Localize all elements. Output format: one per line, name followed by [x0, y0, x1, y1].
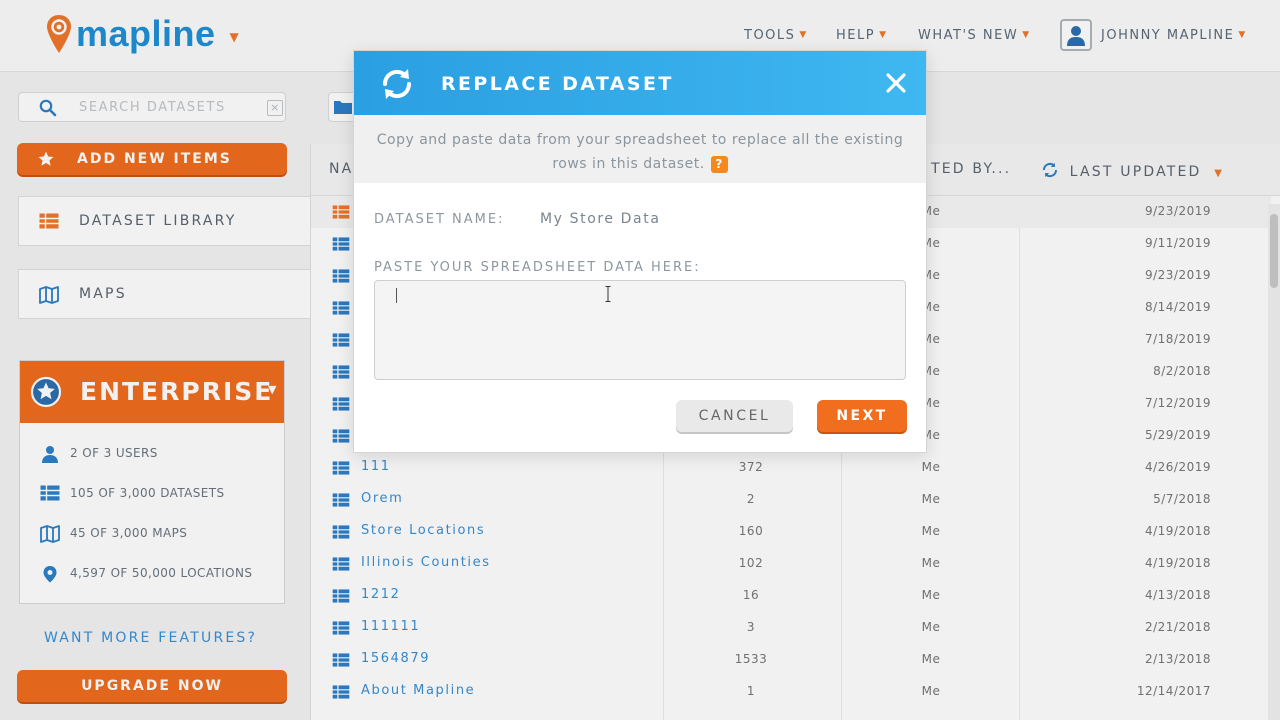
paste-data-textarea[interactable] [374, 280, 906, 380]
text-cursor-icon [605, 286, 611, 302]
next-button[interactable]: NEXT [817, 400, 907, 432]
paste-data-label: PASTE YOUR SPREADSHEET DATA HERE: [374, 260, 701, 275]
dataset-name-value: My Store Data [540, 211, 661, 227]
replace-dataset-dialog: REPLACE DATASET Copy and paste data from… [353, 50, 927, 453]
dataset-name-label: DATASET NAME: [374, 212, 505, 227]
text-caret [396, 288, 397, 303]
close-icon[interactable] [884, 71, 908, 95]
dialog-header: REPLACE DATASET [354, 51, 926, 115]
cancel-button[interactable]: CANCEL [676, 400, 793, 432]
intro-text: Copy and paste data from your spreadshee… [376, 132, 904, 172]
intro-text-block: Copy and paste data from your spreadshee… [370, 128, 910, 176]
help-icon[interactable]: ? [710, 155, 728, 173]
refresh-icon [382, 69, 412, 99]
dialog-intro: Copy and paste data from your spreadshee… [354, 115, 926, 183]
dialog-title: REPLACE DATASET [441, 73, 674, 95]
